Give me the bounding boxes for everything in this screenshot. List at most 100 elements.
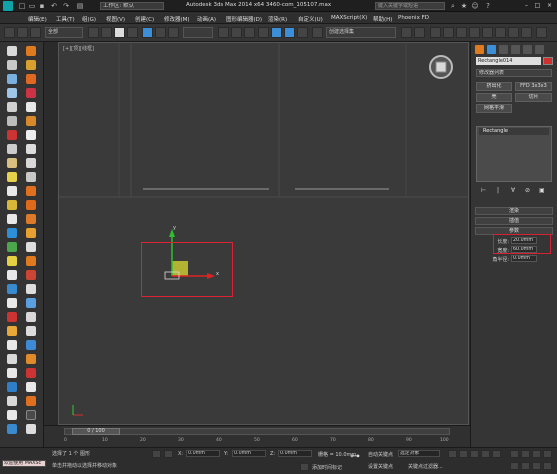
- create-tab-icon[interactable]: [475, 45, 484, 54]
- zoom-all-icon[interactable]: [521, 450, 530, 458]
- select-rotate-icon[interactable]: [155, 27, 166, 38]
- tool-icon[interactable]: [26, 130, 36, 140]
- add-time-tag[interactable]: 添加时间标记: [312, 464, 342, 471]
- add-time-tag-icon[interactable]: [300, 463, 309, 471]
- stack-item[interactable]: Rectangle: [479, 128, 549, 135]
- tool-icon[interactable]: [26, 340, 36, 350]
- close-button[interactable]: ×: [545, 2, 554, 10]
- tool-icon[interactable]: [7, 256, 17, 266]
- key-icon[interactable]: ⊶: [350, 451, 364, 469]
- configure-sets-icon[interactable]: ▣: [539, 187, 545, 194]
- window-crossing-icon[interactable]: [127, 27, 138, 38]
- maximize-button[interactable]: □: [533, 2, 542, 10]
- time-slider-handle[interactable]: 0 / 100: [72, 428, 120, 435]
- tool-icon[interactable]: [7, 130, 17, 140]
- utilities-tab-icon[interactable]: [535, 45, 544, 54]
- rendered-frame-icon[interactable]: [508, 27, 519, 38]
- menu-create[interactable]: 创建(C): [135, 15, 154, 23]
- tool-icon[interactable]: [7, 284, 17, 294]
- z-coordinate-field[interactable]: 0.0mm: [278, 450, 312, 457]
- tool-icon[interactable]: [26, 312, 36, 322]
- menu-tools[interactable]: 工具(T): [56, 15, 75, 23]
- project-folder-icon[interactable]: ▤: [76, 2, 84, 10]
- x-coordinate-field[interactable]: 0.0mm: [186, 450, 220, 457]
- param-corner-radius-field[interactable]: 0.0mm: [511, 255, 537, 262]
- keyboard-shortcut-icon[interactable]: [244, 27, 255, 38]
- tool-icon[interactable]: [26, 410, 36, 420]
- remove-modifier-icon[interactable]: ⊘: [525, 187, 530, 194]
- tool-icon[interactable]: [26, 270, 36, 280]
- tool-icon[interactable]: [26, 102, 36, 112]
- auto-key-toggle[interactable]: 自动关键点: [368, 451, 393, 458]
- menu-graph-editors[interactable]: 图形编辑器(D): [226, 15, 262, 23]
- material-editor-icon[interactable]: [482, 27, 493, 38]
- tool-icon[interactable]: [7, 410, 17, 420]
- redo-icon[interactable]: ↷: [62, 2, 70, 10]
- tool-icon[interactable]: [26, 88, 36, 98]
- tool-icon[interactable]: [26, 368, 36, 378]
- modifier-list-select[interactable]: 修改器列表: [476, 69, 552, 77]
- tool-icon[interactable]: [7, 270, 17, 280]
- modifier-button-ffd[interactable]: FFD 3x3x3: [515, 82, 552, 91]
- curve-editor-icon[interactable]: [456, 27, 467, 38]
- tool-icon[interactable]: [7, 340, 17, 350]
- modifier-button-shell[interactable]: 壳: [476, 93, 512, 102]
- select-by-name-icon[interactable]: [101, 27, 112, 38]
- select-manipulate-icon[interactable]: [231, 27, 242, 38]
- menu-rendering[interactable]: 渲染(R): [268, 15, 287, 23]
- viewcube-icon[interactable]: [428, 54, 454, 80]
- reference-coordinate-select[interactable]: [183, 27, 213, 38]
- minimize-button[interactable]: –: [522, 2, 531, 10]
- save-file-icon[interactable]: ▪: [38, 2, 46, 10]
- show-end-result-icon[interactable]: |: [497, 187, 499, 194]
- selection-filter-select[interactable]: 全部: [45, 27, 83, 38]
- field-of-view-icon[interactable]: [510, 462, 519, 470]
- zoom-extents-all-icon[interactable]: [543, 450, 552, 458]
- app-logo-icon[interactable]: [3, 1, 13, 11]
- sign-in-icon[interactable]: ☺: [471, 2, 479, 10]
- render-setup-icon[interactable]: [495, 27, 506, 38]
- object-name-field[interactable]: Rectangle014: [476, 57, 541, 65]
- tool-icon[interactable]: [7, 144, 17, 154]
- menu-phoenix-fd[interactable]: Phoenix FD: [398, 15, 429, 21]
- tool-icon[interactable]: [26, 396, 36, 406]
- display-tab-icon[interactable]: [523, 45, 532, 54]
- named-selection-set-select[interactable]: 创建选择集: [326, 27, 396, 38]
- angle-snap-icon[interactable]: [271, 27, 282, 38]
- maximize-viewport-icon[interactable]: [543, 462, 552, 470]
- pan-view-icon[interactable]: [521, 462, 530, 470]
- object-color-swatch[interactable]: [543, 57, 553, 65]
- layer-manager-icon[interactable]: [430, 27, 441, 38]
- modifier-button-slice[interactable]: 切片: [515, 93, 552, 102]
- select-object-icon[interactable]: [88, 27, 99, 38]
- tool-icon[interactable]: [26, 242, 36, 252]
- render-production-icon[interactable]: [521, 27, 532, 38]
- timeline[interactable]: 0 / 100 0 10 20 30 40 50 60 70 80 90 100: [44, 425, 470, 447]
- menu-edit[interactable]: 编辑(E): [28, 15, 47, 23]
- tool-icon[interactable]: [26, 186, 36, 196]
- play-icon[interactable]: [470, 450, 479, 458]
- tool-icon[interactable]: [7, 172, 17, 182]
- schematic-view-icon[interactable]: [469, 27, 480, 38]
- tool-icon[interactable]: [7, 186, 17, 196]
- new-file-icon[interactable]: □: [18, 2, 26, 10]
- tool-icon[interactable]: [7, 88, 17, 98]
- help-icon[interactable]: ?: [484, 2, 492, 10]
- modify-tab-icon[interactable]: [487, 45, 496, 54]
- menu-views[interactable]: 视图(V): [106, 15, 125, 23]
- open-file-icon[interactable]: ▭: [28, 2, 36, 10]
- previous-frame-icon[interactable]: [459, 450, 468, 458]
- selected-rectangle-outline[interactable]: [141, 242, 233, 297]
- absolute-mode-icon[interactable]: [164, 450, 173, 458]
- tool-icon[interactable]: [26, 144, 36, 154]
- tool-icon[interactable]: [7, 396, 17, 406]
- tool-icon[interactable]: [26, 228, 36, 238]
- modifier-button-meshsmooth[interactable]: 网格平滑: [476, 104, 512, 113]
- tool-icon[interactable]: [26, 382, 36, 392]
- time-slider-track[interactable]: [64, 428, 450, 435]
- tool-icon[interactable]: [26, 46, 36, 56]
- menu-customize[interactable]: 自定义(U): [298, 15, 323, 23]
- tool-icon[interactable]: [7, 60, 17, 70]
- mirror-icon[interactable]: [401, 27, 412, 38]
- tool-icon[interactable]: [7, 242, 17, 252]
